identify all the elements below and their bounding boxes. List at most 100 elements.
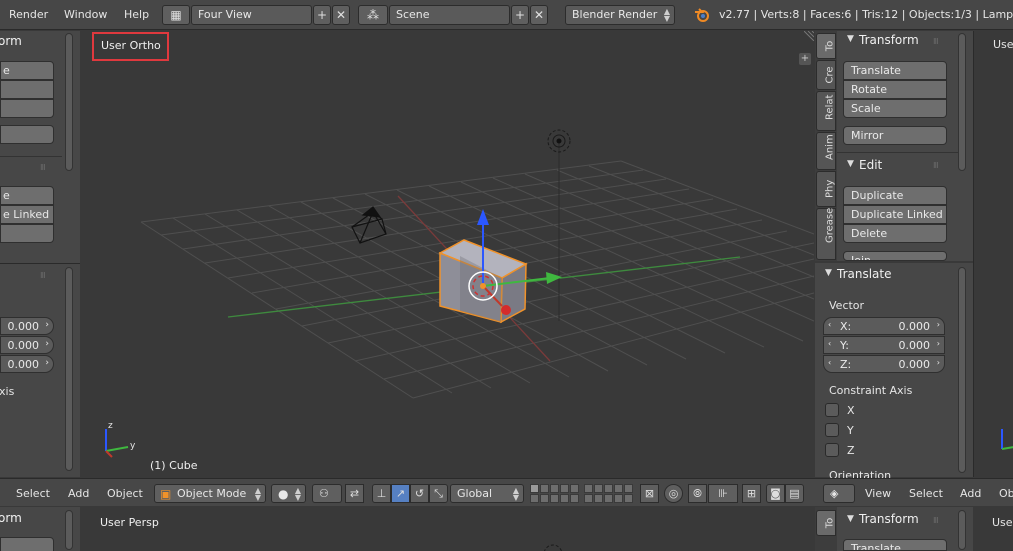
collapse-arrow-icon[interactable]: ▼ — [847, 514, 854, 524]
translate-button[interactable]: Translate — [843, 61, 947, 80]
collapse-arrow-icon[interactable]: ▼ — [847, 159, 854, 169]
render-animation-icon[interactable]: ▤ — [785, 484, 804, 503]
panel-grip-icon[interactable]: ⁝⁝⁝ — [933, 161, 939, 170]
3d-viewport[interactable]: z y + — [80, 31, 814, 477]
menu-select[interactable]: Select — [16, 487, 50, 500]
tab-physics[interactable]: Phy — [816, 171, 836, 207]
left-btn-6[interactable]: e Linked — [0, 205, 54, 224]
adjacent-viewport[interactable]: Use — [973, 31, 1013, 477]
tool-shelf-scrollbar[interactable] — [958, 33, 966, 171]
render-engine-dropdown[interactable]: Blender Render ▲ ▼ — [565, 5, 675, 25]
menu-select-2[interactable]: Select — [909, 487, 943, 500]
mode-dropdown[interactable]: ▣ Object Mode ▲ ▼ — [154, 484, 266, 503]
left-value-z[interactable]: 0.000 › — [0, 355, 54, 373]
left-btn-4[interactable] — [0, 125, 54, 144]
left-btn-5[interactable]: e — [0, 186, 54, 205]
editor-type-dropdown[interactable]: ◈ — [823, 484, 855, 503]
vector-z-field[interactable]: ‹ Z: 0.000 › — [823, 355, 945, 373]
duplicate-linked-button[interactable]: Duplicate Linked — [843, 205, 947, 224]
panel-grip-icon[interactable]: ⁝⁝⁝ — [933, 516, 939, 525]
mirror-button[interactable]: Mirror — [843, 126, 947, 145]
layers-group-2[interactable] — [584, 484, 633, 503]
menu-window[interactable]: Window — [64, 8, 107, 21]
right-arrow-icon: › — [936, 320, 940, 329]
proportional-edit-icon[interactable]: ◎ — [664, 484, 683, 503]
delete-screen-icon[interactable]: ✕ — [332, 5, 350, 25]
tab-tools[interactable]: To — [816, 33, 836, 59]
add-scene-icon[interactable]: + — [511, 5, 529, 25]
constraint-z-checkbox[interactable] — [825, 443, 839, 457]
toggle-panel-icon[interactable]: + — [799, 53, 811, 65]
edit-panel-title[interactable]: Edit — [859, 158, 882, 172]
rotate-button[interactable]: Rotate — [843, 80, 947, 99]
collapse-arrow-icon[interactable]: ▼ — [847, 34, 854, 44]
menu-help[interactable]: Help — [124, 8, 149, 21]
tab-grease-pencil[interactable]: Grease — [816, 208, 836, 260]
render-camera-icon[interactable]: ◙ — [766, 484, 785, 503]
add-screen-icon[interactable]: + — [313, 5, 331, 25]
panel-grip-icon[interactable]: ⁝⁝⁝ — [40, 271, 46, 280]
vector-x-field[interactable]: ‹ X: 0.000 › — [823, 317, 945, 335]
left-btn-3[interactable] — [0, 99, 54, 118]
orientation-dropdown[interactable]: Global ▲ ▼ — [450, 484, 524, 503]
left-value-y[interactable]: 0.000 › — [0, 336, 54, 354]
panel-grip-icon[interactable]: ⁝⁝⁝ — [933, 37, 939, 46]
left-value-x[interactable]: 0.000 › — [0, 317, 54, 335]
tab-relations[interactable]: Relat — [816, 91, 836, 131]
manipulator-icon[interactable]: ⇄ — [345, 484, 364, 503]
translate-manipulator-icon[interactable]: ↗ — [391, 484, 410, 503]
transform-panel-title[interactable]: Transform — [859, 33, 919, 47]
tab-create[interactable]: Cre — [816, 60, 836, 90]
shading-dropdown[interactable]: ● ▲ ▼ — [271, 484, 306, 503]
lower-left-btn[interactable] — [0, 537, 54, 551]
snap-element-icon[interactable]: ⊞ — [742, 484, 761, 503]
scale-manipulator-icon[interactable]: ⤡ — [429, 484, 448, 503]
left-btn-2[interactable] — [0, 80, 54, 99]
menu-render[interactable]: Render — [9, 8, 48, 21]
scene-field[interactable]: Scene — [389, 5, 510, 25]
lower-tool-scrollbar[interactable] — [958, 510, 966, 550]
left-scrollbar-2[interactable] — [65, 267, 73, 471]
tab-animation[interactable]: Anim — [816, 132, 836, 170]
constraint-x-label: X — [847, 404, 855, 417]
operator-title[interactable]: Translate — [837, 267, 892, 281]
lower-translate-button[interactable]: Translate — [843, 539, 947, 551]
lower-tab-tools[interactable]: To — [816, 510, 836, 536]
constraint-y-checkbox[interactable] — [825, 423, 839, 437]
snap-icon[interactable]: ⦾ — [688, 484, 707, 503]
constraint-z-label: Z — [847, 444, 855, 457]
pivot-dropdown[interactable]: ⚇ — [312, 484, 342, 503]
mode-label: Object Mode — [177, 487, 247, 500]
layers-group-1[interactable] — [530, 484, 579, 503]
lower-left-scrollbar[interactable] — [65, 510, 73, 550]
scene-icon[interactable]: ⁂ — [358, 5, 388, 25]
scale-button[interactable]: Scale — [843, 99, 947, 118]
vector-y-field[interactable]: ‹ Y: 0.000 › — [823, 336, 945, 354]
transform-manipulator-icon[interactable]: ⊥ — [372, 484, 391, 503]
delete-button[interactable]: Delete — [843, 224, 947, 243]
left-btn-1[interactable]: e — [0, 61, 54, 80]
delete-scene-icon[interactable]: ✕ — [530, 5, 548, 25]
lock-layer-icon[interactable]: ⊠ — [640, 484, 659, 503]
collapse-arrow-icon[interactable]: ▼ — [825, 268, 832, 278]
duplicate-button[interactable]: Duplicate — [843, 186, 947, 205]
lower-tabs: To — [815, 507, 837, 551]
screen-layout-field[interactable]: Four View — [191, 5, 312, 25]
constraint-x-checkbox[interactable] — [825, 403, 839, 417]
lower-transform-title[interactable]: Transform — [859, 512, 919, 526]
menu-view[interactable]: View — [865, 487, 891, 500]
left-scrollbar[interactable] — [65, 33, 73, 171]
operator-scrollbar[interactable] — [958, 267, 966, 473]
rotate-manipulator-icon[interactable]: ↺ — [410, 484, 429, 503]
corner-split-icon[interactable] — [803, 31, 814, 42]
menu-object[interactable]: Object — [107, 487, 143, 500]
menu-add[interactable]: Add — [68, 487, 89, 500]
tab-physics-label: Phy — [824, 179, 836, 198]
menu-add-2[interactable]: Add — [960, 487, 981, 500]
snap-target-icon[interactable]: ⊪ — [708, 484, 738, 503]
menu-object-2[interactable]: Ob — [999, 487, 1013, 500]
screen-layout-icon[interactable]: ▦ — [162, 5, 190, 25]
left-btn-7[interactable] — [0, 224, 54, 243]
panel-grip-icon[interactable]: ⁝⁝⁝ — [40, 163, 46, 172]
join-button[interactable]: Join — [843, 251, 947, 261]
